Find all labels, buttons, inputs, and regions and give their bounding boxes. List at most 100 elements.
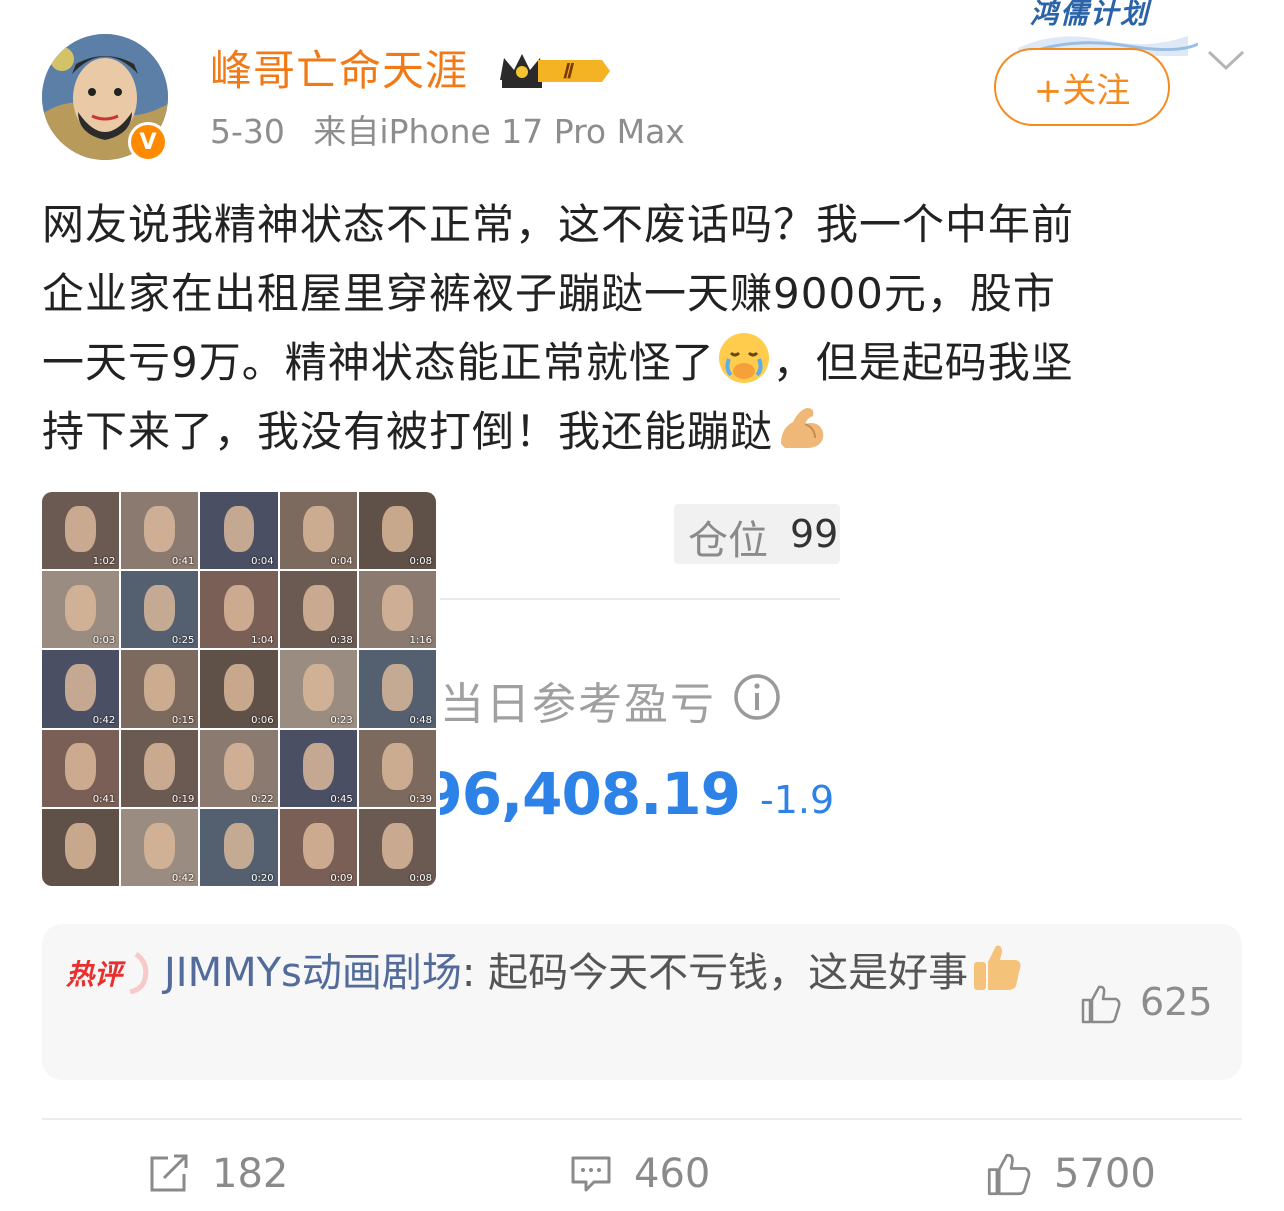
verified-badge-icon: V [128,122,168,162]
video-duration: 0:20 [251,872,274,884]
comment-count: 460 [634,1151,711,1197]
video-duration: 0:09 [330,872,353,884]
rank-badge-icon[interactable]: Ⅱ [498,50,612,92]
video-duration: 0:42 [171,872,195,884]
username[interactable]: 峰哥亡命天涯 [210,44,468,98]
video-duration: 0:42 [92,714,116,726]
video-duration: 0:15 [171,714,195,726]
thumbnail-figure [65,664,97,711]
video-duration: 0:03 [92,635,116,647]
video-thumbnail[interactable]: 0:06 [200,650,278,728]
position-label: 仓位 [688,518,768,564]
thumbnail-figure [381,505,413,553]
thumbnail-figure [65,743,97,790]
video-duration: 0:38 [330,635,353,647]
thumbnail-figure [302,822,334,869]
video-thumbnail[interactable]: 0:48 [358,650,436,728]
hot-comment-text: JIMMYs动画剧场: 起码今天不亏钱，这是好事 [164,940,1044,1006]
post-line: 一天亏9万。精神状态能正常就怪了 ，但是起码我坚 [42,328,1242,397]
video-duration: 0:48 [409,714,432,726]
thumbnail-figure [223,822,255,869]
screenshot-divider [440,598,840,600]
post-date: 5-30 [210,112,285,151]
thumbnail-figure [223,505,255,553]
thumbnail-figure [65,585,97,632]
video-thumbnail[interactable]: 0:08 [358,808,436,886]
thumbnail-figure [144,505,176,553]
video-thumbnail[interactable]: 0:42 [121,808,199,886]
post-content: 网友说我精神状态不正常，这不废话吗？我一个中年前 企业家在出租屋里穿裤衩子蹦跶一… [42,190,1242,466]
repost-icon [150,1154,188,1192]
video-thumbnail[interactable]: 1:02 [42,492,120,570]
video-duration: 0:41 [171,556,195,568]
video-duration: 0:06 [251,714,274,726]
video-thumbnail[interactable]: 0:25 [121,571,199,649]
video-thumbnail[interactable]: 0:03 [42,571,120,649]
video-thumbnail[interactable] [42,808,120,886]
video-duration: 1:04 [251,635,274,647]
hot-comment-like-count: 625 [1140,980,1213,1024]
thumbnail-figure [302,743,334,790]
video-duration: 0:41 [92,793,116,805]
thumbnail-figure [144,743,176,790]
video-thumbnail[interactable]: 0:42 [42,650,120,728]
brand-banner-text: 鸿儒计划 [1030,0,1151,30]
video-thumbnail[interactable]: 0:04 [200,492,278,570]
video-duration: 0:25 [171,635,195,647]
video-thumbnail[interactable]: 0:15 [121,650,199,728]
video-thumbnail[interactable]: 0:20 [200,808,278,886]
video-duration: 0:08 [409,556,432,568]
video-duration: 0:04 [251,556,274,568]
video-thumbnail[interactable]: 0:38 [279,571,357,649]
video-thumbnail[interactable]: 1:04 [200,571,278,649]
post-line: 持下来了，我没有被打倒！我还能蹦跶 [42,397,1242,466]
post-line: 网友说我精神状态不正常，这不废话吗？我一个中年前 [42,200,1075,249]
video-thumbnail[interactable]: 0:08 [358,492,436,570]
hot-comment-like-icon[interactable] [1080,984,1122,1024]
video-duration: 1:16 [409,635,432,647]
thumbnail-figure [65,822,97,869]
video-thumbnail[interactable]: 0:39 [358,729,436,807]
post-line: 企业家在出租屋里穿裤衩子蹦跶一天赚9000元，股市 [42,269,1056,318]
video-thumbnail[interactable]: 0:22 [200,729,278,807]
video-duration: 0:19 [171,793,195,805]
follow-button[interactable]: +关注 [994,48,1170,126]
video-duration: 0:45 [330,793,353,805]
comment-icon [571,1156,611,1192]
comment-button[interactable]: 460 [570,1144,710,1204]
video-thumbnail[interactable]: 0:04 [279,492,357,570]
like-button[interactable]: 5700 [986,1144,1156,1204]
position-value: 99 [790,512,839,556]
info-icon [732,672,782,722]
thumbnail-figure [381,664,413,711]
repost-button[interactable]: 182 [148,1144,288,1204]
thumbnail-figure [223,743,255,790]
like-icon [987,1153,1031,1196]
thumbnail-figure [302,585,334,632]
video-duration: 0:22 [251,793,274,805]
video-duration: 0:39 [409,793,432,805]
post-source: 来自iPhone 17 Pro Max [313,112,685,151]
thumbnail-figure [381,822,413,869]
video-thumbnail[interactable]: 0:45 [279,729,357,807]
thumbnail-figure [302,664,334,711]
video-thumbnail[interactable]: 1:16 [358,571,436,649]
thumbs-up-emoji-icon [970,940,1024,994]
video-thumbnail[interactable]: 0:41 [42,729,120,807]
thumbnail-figure [302,505,334,553]
thumbnail-figure [144,664,176,711]
hot-comment-tag: 热评 [65,950,156,995]
video-duration: 1:02 [92,556,116,568]
video-thumbnail[interactable]: 0:23 [279,650,357,728]
video-thumbnail[interactable]: 0:09 [279,808,357,886]
thumbnail-figure [144,585,176,632]
pnl-percent: -1.9 [760,778,835,822]
hot-comment-user[interactable]: JIMMYs动画剧场 [164,950,462,996]
video-thumbnail[interactable]: 0:41 [121,492,199,570]
video-thumbnail-grid[interactable]: 1:02 0:41 0:04 0:04 0:08 0:03 0:25 1:04 0:38 1:16… [42,492,436,886]
thumbnail-figure [65,505,97,553]
thumbnail-figure [381,743,413,790]
video-duration: 0:23 [330,714,353,726]
chevron-down-icon[interactable] [1206,48,1246,74]
video-thumbnail[interactable]: 0:19 [121,729,199,807]
